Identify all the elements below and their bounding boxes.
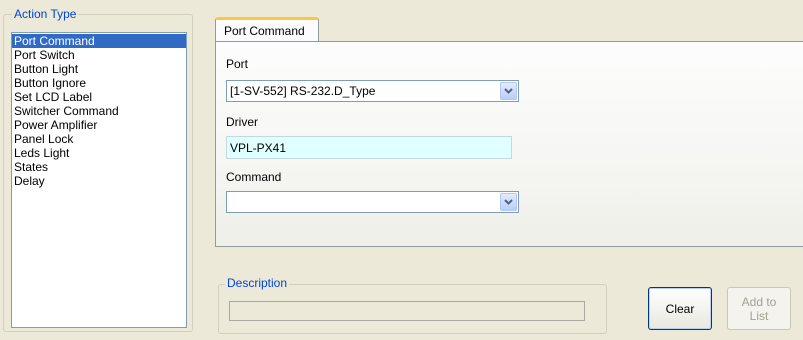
port-select-value: [1-SV-552] RS-232.D_Type (230, 84, 376, 98)
command-select[interactable] (226, 191, 519, 213)
action-type-list[interactable]: Port Command Port Switch Button Light Bu… (11, 32, 187, 328)
list-item-switcher-command[interactable]: Switcher Command (12, 104, 186, 118)
list-item-set-lcd-label[interactable]: Set LCD Label (12, 90, 186, 104)
list-item-port-command[interactable]: Port Command (12, 34, 186, 48)
add-to-list-button[interactable]: Add to List (727, 287, 791, 330)
list-item-power-amplifier[interactable]: Power Amplifier (12, 118, 186, 132)
port-label: Port (226, 57, 249, 71)
add-to-list-label-line2: List (749, 308, 769, 323)
driver-value: VPL-PX41 (230, 141, 287, 155)
port-select[interactable]: [1-SV-552] RS-232.D_Type (226, 80, 519, 102)
driver-field: VPL-PX41 (226, 136, 512, 159)
add-to-list-label-line1: Add to (741, 294, 777, 309)
action-type-group: Action Type Port Command Port Switch But… (3, 7, 193, 332)
list-item-delay[interactable]: Delay (12, 174, 186, 188)
command-label: Command (226, 170, 282, 184)
list-item-states[interactable]: States (12, 160, 186, 174)
list-item-button-light[interactable]: Button Light (12, 62, 186, 76)
driver-label: Driver (226, 115, 258, 129)
tab-port-command[interactable]: Port Command (215, 17, 319, 42)
chevron-down-icon[interactable] (500, 82, 517, 100)
port-command-panel: Port [1-SV-552] RS-232.D_Type Driver VPL… (215, 41, 803, 247)
list-item-panel-lock[interactable]: Panel Lock (12, 132, 186, 146)
list-item-button-ignore[interactable]: Button Ignore (12, 76, 186, 90)
description-legend: Description (225, 276, 290, 290)
list-item-port-switch[interactable]: Port Switch (12, 48, 186, 62)
description-group: Description (218, 276, 607, 334)
chevron-down-icon[interactable] (500, 193, 517, 211)
description-field[interactable] (229, 301, 585, 321)
clear-button[interactable]: Clear (648, 287, 712, 330)
list-item-leds-light[interactable]: Leds Light (12, 146, 186, 160)
action-type-legend: Action Type (12, 7, 79, 21)
